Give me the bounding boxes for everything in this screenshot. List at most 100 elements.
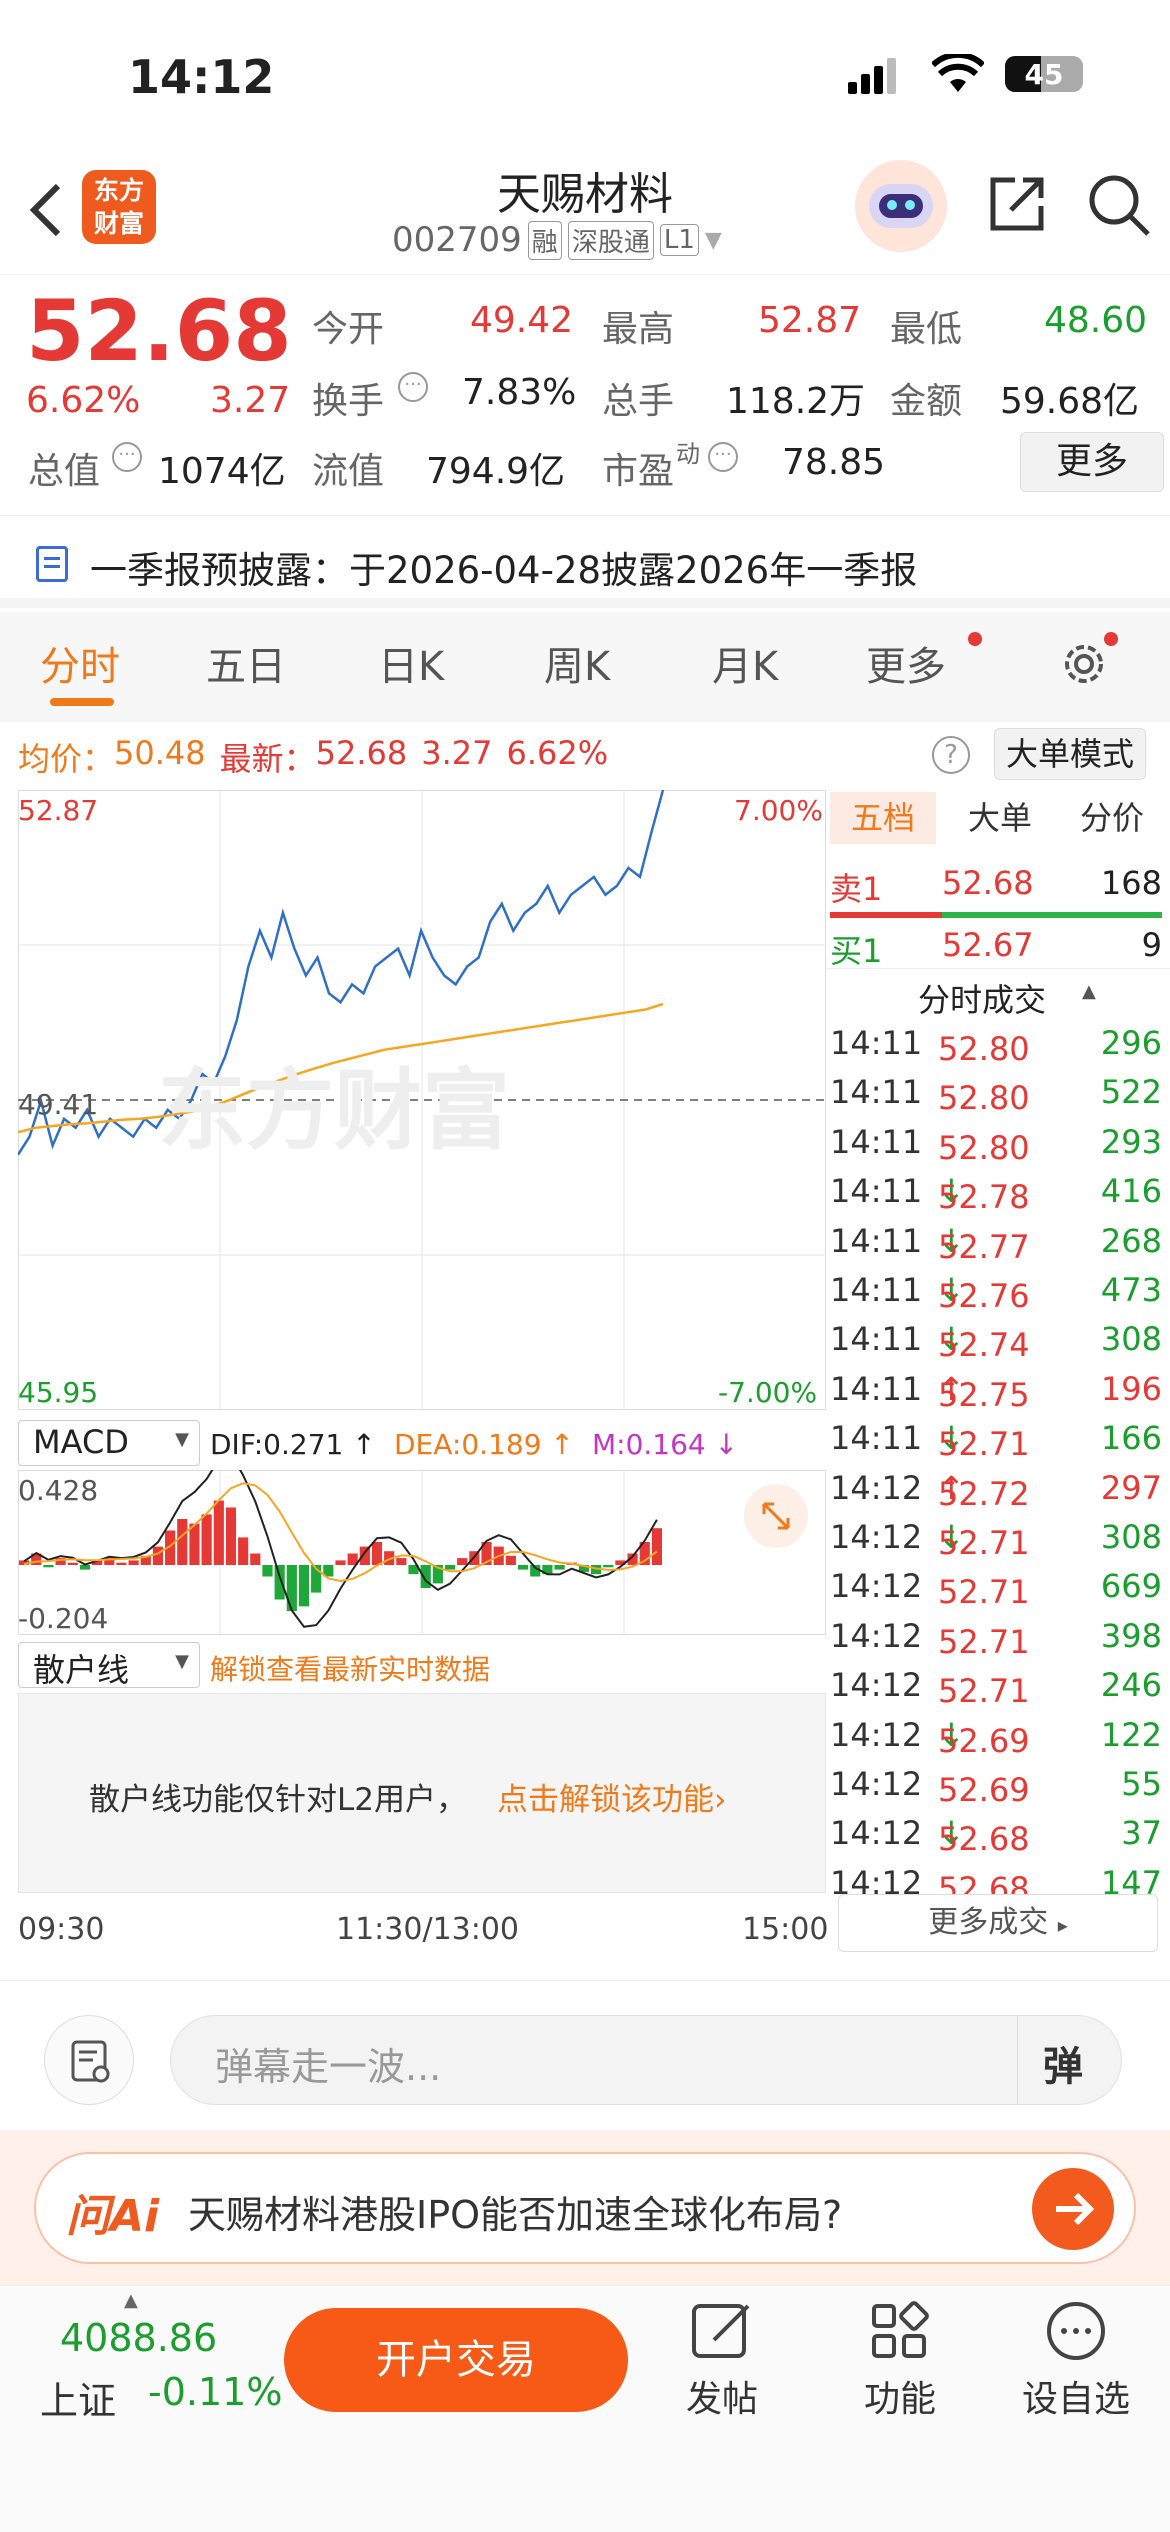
expand-icon[interactable] (744, 1484, 808, 1548)
trade-price: 52.74 ↓ (938, 1320, 1030, 1364)
info-icon[interactable]: ··· (112, 442, 142, 472)
info-icon[interactable]: ··· (708, 442, 738, 472)
change-pct: 6.62% (26, 380, 141, 421)
ai-question-pill[interactable]: 问Ai 天赐材料港股IPO能否加速全球化布局? (34, 2152, 1136, 2264)
macd-chart[interactable] (18, 1470, 826, 1635)
trade-price: 52.69 ↓ (938, 1716, 1030, 1760)
trade-price: 52.78 ↓ (938, 1172, 1030, 1216)
order-book-tabs: 五档 大单 分价 (826, 790, 1170, 846)
open-account-trade-button[interactable]: 开户交易 (284, 2308, 628, 2412)
tab-more[interactable]: 更多 (866, 634, 946, 692)
trade-price-value: 52.71 (938, 1524, 1030, 1562)
chart-tabs: 分时 五日 日K 周K 月K 更多 (0, 612, 1170, 722)
macd-bar (189, 1523, 200, 1565)
tab-five-day[interactable]: 五日 (206, 634, 286, 692)
trade-price-value: 52.80 (938, 1079, 1030, 1118)
trade-volume: 37 (1121, 1814, 1162, 1853)
trade-volume: 268 (1100, 1221, 1162, 1260)
trade-time: 14:12 (830, 1616, 923, 1655)
sell-1-label: 卖1 (830, 870, 883, 908)
index-value[interactable]: 4088.86 (60, 2316, 217, 2360)
big-order-mode-button[interactable]: 大单模式 (994, 728, 1146, 780)
gear-icon[interactable] (1056, 636, 1112, 696)
buy-1-price: 52.67 (942, 926, 1034, 964)
danmu-placeholder: 弹幕走一波... (215, 2045, 442, 2089)
stock-code-row[interactable]: 002709 融 深股通 L1 ▼ (392, 220, 722, 260)
trade-volume: 297 (1100, 1468, 1162, 1507)
trade-price-value: 52.71 (938, 1573, 1030, 1612)
field-label: 总手 (602, 381, 675, 422)
unlock-feature-link[interactable]: 点击解锁该功能› (497, 1774, 726, 1819)
tab-weekly-k[interactable]: 周K (544, 634, 610, 692)
tab-five-levels[interactable]: 五档 (830, 792, 936, 844)
trades-header[interactable]: 分时成交 ▲ (826, 968, 1170, 1019)
danmu-input[interactable]: 弹幕走一波... 弹 (170, 2015, 1122, 2105)
unlock-data-link[interactable]: 解锁查看最新实时数据 (210, 1648, 490, 1688)
trade-volume: 196 (1100, 1369, 1162, 1408)
tab-monthly-k[interactable]: 月K (712, 634, 778, 692)
arrow-right-icon[interactable] (1032, 2168, 1114, 2250)
table-row: 14:12 52.68 ↓ 37 (826, 1808, 1170, 1858)
trade-volume: 522 (1100, 1073, 1162, 1112)
index-change[interactable]: -0.11% (148, 2370, 282, 2414)
trade-time: 14:12 (830, 1666, 923, 1705)
more-button[interactable]: 更多 (1020, 432, 1164, 492)
sanhu-selector[interactable]: 散户线 ▼ (18, 1642, 200, 1689)
trade-time: 14:12 (830, 1468, 923, 1507)
table-row: 14:11 52.80 296 (826, 1018, 1170, 1068)
buy-bar (942, 912, 1162, 918)
tab-daily-k[interactable]: 日K (378, 634, 444, 692)
trade-price-value: 52.80 (938, 1128, 1030, 1167)
index-name[interactable]: 上证 (40, 2370, 116, 2425)
trade-time: 14:11 (830, 1221, 923, 1260)
info-icon[interactable]: ··· (398, 372, 428, 402)
y-top-label: 52.87 (18, 794, 99, 827)
share-icon[interactable] (985, 172, 1049, 240)
buy-1-label: 买1 (830, 932, 883, 970)
latest-price: 52.68 (315, 734, 408, 772)
latest-label: 最新： (219, 740, 316, 778)
sell-bar (830, 912, 942, 918)
notes-icon[interactable] (44, 2015, 134, 2105)
macd-bar (262, 1565, 273, 1577)
trade-volume: 308 (1100, 1320, 1162, 1359)
table-row: 14:11 52.80 293 (826, 1117, 1170, 1167)
more-trades-button[interactable]: 更多成交 ▸ (838, 1894, 1158, 1952)
macd-selector[interactable]: MACD ▼ (18, 1420, 200, 1466)
grid-icon (850, 2296, 950, 2370)
watermark-text: 东方财富 (158, 1059, 511, 1162)
trade-time: 14:11 (830, 1320, 923, 1359)
danmu-toggle-icon[interactable]: 弹 (1043, 2034, 1083, 2092)
dea-value: DEA:0.189 ↑ (394, 1428, 574, 1461)
add-watchlist-button[interactable]: 设自选 (1016, 2296, 1136, 2446)
quote-panel: 52.68 6.62% 3.27 今开 49.42 最高 52.87 最低 48… (0, 276, 1170, 516)
trade-price: 52.72 ↑ (938, 1469, 1030, 1513)
table-row: 14:11 52.71 ↓ 166 (826, 1413, 1170, 1463)
tab-intraday[interactable]: 分时 (40, 634, 120, 692)
float-cap-value: 794.9亿 (426, 451, 566, 492)
high-value: 52.87 (758, 300, 862, 341)
macd-bar (238, 1537, 249, 1565)
robot-avatar-icon[interactable] (855, 160, 947, 252)
trade-time: 14:12 (830, 1518, 923, 1556)
table-row: 14:12 52.71 398 (826, 1611, 1170, 1661)
tab-price-dist[interactable]: 分价 (1062, 792, 1162, 844)
post-button[interactable]: 发帖 (672, 2296, 772, 2446)
trade-price: 52.68 ↓ (938, 1814, 1030, 1858)
x-label-close: 15:00 (742, 1912, 829, 1947)
x-label-open: 09:30 (18, 1912, 105, 1947)
trade-price-value: 52.71 (938, 1622, 1030, 1661)
trades-title: 分时成交 (918, 981, 1047, 1019)
macd-bar (225, 1507, 237, 1565)
sanhu-locked-panel: 散户线功能仅针对L2用户， 点击解锁该功能› (18, 1693, 826, 1893)
macd-bar (517, 1565, 529, 1570)
trade-price-value: 52.71 (938, 1672, 1030, 1711)
tab-big-orders[interactable]: 大单 (950, 792, 1050, 844)
macd-selector-label: MACD (33, 1423, 129, 1461)
help-icon[interactable]: ? (932, 736, 970, 774)
page-title: 天赐材料 (497, 169, 673, 220)
function-button[interactable]: 功能 (850, 2296, 950, 2446)
back-icon[interactable] (26, 180, 66, 244)
search-icon[interactable] (1086, 172, 1152, 242)
notice-banner[interactable]: 一季报预披露：于2026-04-28披露2026年一季报 (0, 518, 1170, 608)
